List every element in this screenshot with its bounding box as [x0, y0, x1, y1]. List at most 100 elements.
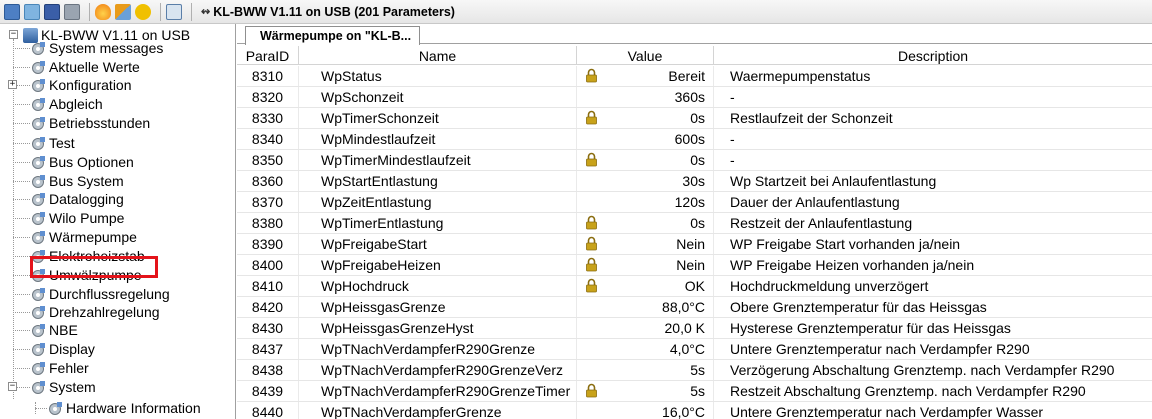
table-row[interactable]: 8440 WpTNachVerdampferGrenze 16,0°C Untere …	[237, 402, 1152, 419]
value-cell-text: Bereit	[668, 68, 705, 84]
tree-item[interactable]: Fehler	[13, 359, 89, 377]
tree-item[interactable]: Drehzahlregelung	[13, 303, 160, 321]
tree-item[interactable]: + Konfiguration	[8, 76, 132, 94]
paraid-cell-text: 8370	[251, 194, 284, 210]
value-cell[interactable]: 88,0°C	[577, 297, 714, 317]
tree-item[interactable]: Bus Optionen	[13, 153, 134, 171]
name-cell-text: WpHeissgasGrenzeHyst	[321, 320, 474, 336]
name-cell: WpMindestlaufzeit	[299, 129, 577, 149]
parameter-group-icon	[31, 60, 46, 75]
tree-item[interactable]: Wilo Pumpe	[13, 209, 124, 227]
tree-item-label: Hardware Information	[66, 400, 201, 416]
save-icon[interactable]	[44, 3, 60, 20]
value-cell[interactable]: 360s	[577, 87, 714, 107]
tree-item[interactable]: Hardware Information	[35, 399, 201, 417]
value-cell[interactable]: 120s	[577, 192, 714, 212]
description-cell-text: Waermepumpenstatus	[730, 68, 871, 84]
collapse-icon[interactable]: −	[8, 382, 17, 391]
table-row[interactable]: 8340 WpMindestlaufzeit 600s -	[237, 129, 1152, 150]
tree-item[interactable]: Aktuelle Werte	[13, 58, 140, 76]
name-cell-text: WpStatus	[321, 68, 382, 84]
lock-icon	[585, 215, 598, 230]
table-row[interactable]: 8400 WpFreigabeHeizen Nein WP Freigabe Heiz…	[237, 255, 1152, 276]
tree-connector	[13, 256, 30, 257]
table-row[interactable]: 8438 WpTNachVerdampferR290GrenzeVerz 5s Ver…	[237, 360, 1152, 381]
tree-connector	[13, 237, 30, 238]
paraid-cell-text: 8437	[251, 341, 284, 357]
tree-item[interactable]: Abgleich	[13, 95, 103, 113]
header-value[interactable]: Value	[577, 46, 714, 65]
paraid-cell-text: 8350	[251, 152, 284, 168]
print-icon[interactable]	[64, 3, 80, 20]
tab-waermepumpe[interactable]: Wärmepumpe on "KL-B...	[245, 26, 421, 45]
value-cell[interactable]: 4,0°C	[577, 339, 714, 359]
paraid-cell-text: 8380	[251, 215, 284, 231]
table-row[interactable]: 8439 WpTNachVerdampferR290GrenzeTimer 5s Re…	[237, 381, 1152, 402]
connect-icon[interactable]	[4, 3, 20, 20]
table-header: ParaID Name Value Description	[237, 46, 1152, 65]
header-paraid[interactable]: ParaID	[237, 46, 299, 65]
tree-item[interactable]: Durchflussregelung	[13, 285, 170, 303]
value-cell[interactable]: 20,0 K	[577, 318, 714, 338]
name-cell: WpStatus	[299, 66, 577, 86]
parameter-group-icon	[48, 401, 63, 416]
value-cell[interactable]: 5s	[577, 381, 714, 401]
tree-item[interactable]: Display	[13, 340, 95, 358]
table-row[interactable]: 8310 WpStatus Bereit Waermepumpenstatus	[237, 66, 1152, 87]
navigation-tree[interactable]: − KL-BWW V1.11 on USB System messages Akt…	[0, 24, 236, 419]
tree-item[interactable]: Test	[13, 134, 75, 152]
header-name[interactable]: Name	[299, 46, 577, 65]
table-row[interactable]: 8320 WpSchonzeit 360s -	[237, 87, 1152, 108]
expand-icon[interactable]: +	[8, 80, 17, 89]
parameter-group-icon	[31, 305, 46, 320]
tree-item[interactable]: System messages	[13, 39, 163, 57]
tree-connector	[13, 67, 30, 68]
value-cell[interactable]: Bereit	[577, 66, 714, 86]
value-cell[interactable]: 5s	[577, 360, 714, 380]
tree-connector	[13, 312, 30, 313]
collapse-icon[interactable]: −	[9, 30, 18, 39]
tree-connector	[13, 349, 30, 350]
value-cell[interactable]: Nein	[577, 255, 714, 275]
tree-item[interactable]: Betriebsstunden	[13, 114, 150, 132]
value-cell[interactable]: 16,0°C	[577, 402, 714, 419]
table-row[interactable]: 8420 WpHeissgasGrenze 88,0°C Obere Grenztem…	[237, 297, 1152, 318]
value-cell[interactable]: 30s	[577, 171, 714, 191]
tree-item[interactable]: Wärmepumpe	[13, 228, 137, 246]
tree-item[interactable]: NBE	[13, 321, 78, 339]
name-cell-text: WpTNachVerdampferR290GrenzeVerz	[321, 362, 563, 378]
description-cell-text: -	[730, 152, 735, 168]
paraid-cell: 8430	[237, 318, 299, 338]
export-icon[interactable]	[166, 3, 182, 20]
table-row[interactable]: 8380 WpTimerEntlastung 0s Restzeit der Anla…	[237, 213, 1152, 234]
table-row[interactable]: 8430 WpHeissgasGrenzeHyst 20,0 K Hysterese …	[237, 318, 1152, 339]
flame-icon[interactable]	[95, 3, 111, 20]
table-row[interactable]: 8437 WpTNachVerdampferR290Grenze 4,0°C Unte…	[237, 339, 1152, 360]
undo-icon[interactable]	[135, 3, 151, 20]
name-cell-text: WpTimerMindestlaufzeit	[321, 152, 471, 168]
value-cell[interactable]: Nein	[577, 234, 714, 254]
value-cell[interactable]: 0s	[577, 150, 714, 170]
description-cell: Hochdruckmeldung unverzögert	[714, 276, 1152, 296]
tree-item[interactable]: Datalogging	[13, 190, 124, 208]
name-cell-text: WpFreigabeStart	[321, 236, 427, 252]
paraid-cell: 8340	[237, 129, 299, 149]
value-cell[interactable]: 600s	[577, 129, 714, 149]
tree-item-label: Bus System	[49, 173, 124, 189]
table-row[interactable]: 8370 WpZeitEntlastung 120s Dauer der Anlauf…	[237, 192, 1152, 213]
table-row[interactable]: 8410 WpHochdruck OK Hochdruckmeldung unverz…	[237, 276, 1152, 297]
value-cell[interactable]: OK	[577, 276, 714, 296]
tools-icon[interactable]	[115, 3, 131, 20]
table-row[interactable]: 8360 WpStartEntlastung 30s Wp Startzeit bei…	[237, 171, 1152, 192]
header-description[interactable]: Description	[714, 46, 1152, 65]
table-row[interactable]: 8350 WpTimerMindestlaufzeit 0s -	[237, 150, 1152, 171]
value-cell[interactable]: 0s	[577, 213, 714, 233]
table-row[interactable]: 8330 WpTimerSchonzeit 0s Restlaufzeit der S…	[237, 108, 1152, 129]
tree-item[interactable]: Bus System	[13, 172, 124, 190]
refresh-icon[interactable]	[24, 3, 40, 20]
tree-connector	[13, 275, 30, 276]
value-cell[interactable]: 0s	[577, 108, 714, 128]
tree-item[interactable]: − System	[8, 378, 96, 396]
paraid-cell-text: 8410	[251, 278, 284, 294]
table-row[interactable]: 8390 WpFreigabeStart Nein WP Freigabe Start…	[237, 234, 1152, 255]
